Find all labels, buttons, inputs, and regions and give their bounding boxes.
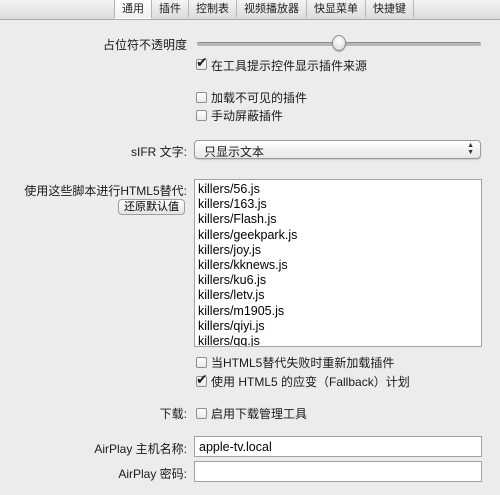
- script-item: killers/56.js: [198, 182, 260, 196]
- download-manager-checkbox[interactable]: [196, 408, 207, 419]
- tab-shortcuts[interactable]: 快捷键: [366, 0, 414, 18]
- show-plugin-source-checkbox[interactable]: ✔: [196, 55, 208, 70]
- use-fallback-label: 使用 HTML5 的应变（Fallback）计划: [211, 375, 410, 389]
- script-item: killers/qiyi.js: [198, 318, 265, 333]
- reload-on-fail-label: 当HTML5替代失败时重新加载插件: [211, 356, 395, 370]
- reset-defaults-button[interactable]: 还原默认值: [118, 199, 185, 215]
- download-label: 下载:: [159, 407, 187, 421]
- airplay-host-label: AirPlay 主机名称:: [94, 442, 187, 456]
- html5-scripts-label: 使用这些脚本进行HTML5替代:: [24, 184, 187, 198]
- airplay-host-input[interactable]: [194, 436, 482, 457]
- load-invisible-label: 加载不可见的插件: [211, 91, 308, 105]
- check-icon: ✔: [196, 54, 208, 70]
- check-icon: ✔: [196, 371, 208, 387]
- use-fallback-checkbox[interactable]: ✔: [196, 372, 208, 387]
- manual-block-label: 手动屏蔽插件: [211, 109, 284, 123]
- script-item: killers/m1905.js: [198, 303, 285, 318]
- sifr-select[interactable]: 只显示文本 ▲ ▼: [194, 140, 481, 159]
- airplay-password-input[interactable]: [194, 461, 482, 482]
- script-item: killers/qq.js: [198, 334, 260, 347]
- sifr-selected-value: 只显示文本: [204, 145, 265, 159]
- script-item: killers/Flash.js: [198, 212, 277, 227]
- script-item: killers/163.js: [198, 197, 267, 212]
- download-manager-label: 启用下载管理工具: [211, 407, 308, 421]
- manual-block-checkbox[interactable]: [196, 110, 207, 121]
- select-arrows-icon: ▲ ▼: [467, 142, 474, 156]
- tab-context-menu[interactable]: 快显菜单: [307, 0, 366, 18]
- script-item: killers/letv.js: [198, 288, 265, 303]
- airplay-password-label: AirPlay 密码:: [118, 467, 187, 481]
- tab-plugins[interactable]: 插件: [152, 0, 189, 18]
- script-item: killers/kknews.js: [198, 258, 288, 273]
- tab-bar: 通用 插件 控制表 视频播放器 快显菜单 快捷键: [0, 0, 500, 20]
- opacity-slider-knob[interactable]: [332, 35, 346, 51]
- tab-general[interactable]: 通用: [114, 0, 152, 19]
- load-invisible-checkbox[interactable]: [196, 92, 207, 103]
- html5-scripts-textarea[interactable]: killers/56.js killers/163.js killers/Fla…: [194, 179, 482, 347]
- opacity-label: 占位符不透明度: [102, 38, 187, 52]
- tab-list: 通用 插件 控制表 视频播放器 快显菜单 快捷键: [114, 0, 414, 19]
- tab-controls[interactable]: 控制表: [189, 0, 237, 18]
- show-plugin-source-label: 在工具提示控件显示插件来源: [211, 59, 368, 73]
- script-item: killers/geekpark.js: [198, 227, 298, 242]
- reload-on-fail-checkbox[interactable]: [196, 357, 207, 368]
- tab-video-player[interactable]: 视频播放器: [237, 0, 307, 18]
- script-item: killers/ku6.js: [198, 273, 267, 288]
- sifr-label: sIFR 文字:: [131, 145, 187, 159]
- script-item: killers/joy.js: [198, 242, 261, 257]
